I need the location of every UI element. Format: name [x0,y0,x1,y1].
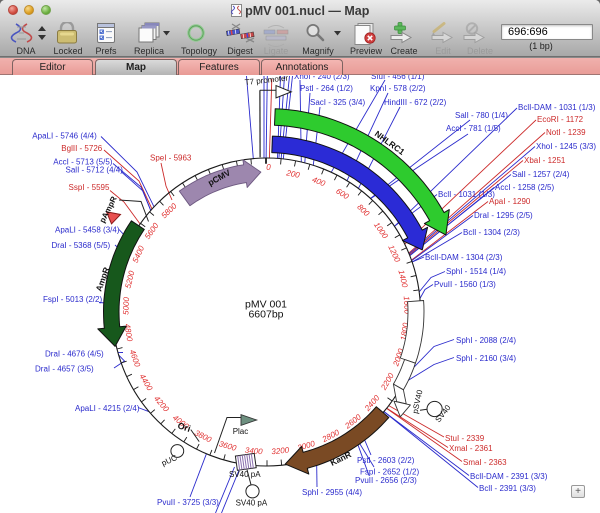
svg-text:KpnI - 578 (2/2): KpnI - 578 (2/2) [370,84,426,93]
svg-text:SpeI - 5963: SpeI - 5963 [150,154,192,163]
svg-text:AccI - 5713 (5/5): AccI - 5713 (5/5) [53,158,112,167]
svg-text:0: 0 [266,163,271,172]
svg-text:BclI-DAM - 1031 (1/3): BclI-DAM - 1031 (1/3) [518,103,596,112]
svg-text:3200: 3200 [271,446,290,457]
svg-text:1000: 1000 [372,221,390,241]
svg-text:ApaLI - 4215 (2/4): ApaLI - 4215 (2/4) [75,404,140,413]
svg-text:Plac: Plac [233,427,249,436]
svg-text:6607bp: 6607bp [248,309,283,321]
svg-text:SmaI - 2363: SmaI - 2363 [463,458,507,467]
svg-text:DraI - 1295 (2/5): DraI - 1295 (2/5) [474,211,533,220]
svg-text:pSV40: pSV40 [411,389,425,415]
svg-text:2200: 2200 [379,371,396,392]
svg-text:SspI - 5595: SspI - 5595 [69,183,110,192]
svg-text:PstI - 2603 (2/2): PstI - 2603 (2/2) [357,456,415,465]
svg-text:DraI - 4676 (4/5): DraI - 4676 (4/5) [45,350,104,359]
svg-text:DraI - 5368 (5/5): DraI - 5368 (5/5) [52,241,111,250]
svg-text:PvuII - 2656 (2/3): PvuII - 2656 (2/3) [355,476,417,485]
svg-text:5000: 5000 [121,296,131,315]
svg-text:SfuI - 456 (1/1): SfuI - 456 (1/1) [371,75,425,81]
svg-text:400: 400 [311,175,327,189]
svg-text:SV40 pA: SV40 pA [229,470,261,479]
svg-text:NotI - 1239: NotI - 1239 [546,128,586,137]
svg-text:DraI - 4657 (3/5): DraI - 4657 (3/5) [35,365,94,374]
svg-text:XhoI - 1245 (3/3): XhoI - 1245 (3/3) [536,142,596,151]
svg-text:3600: 3600 [218,439,238,453]
svg-text:SacI - 325 (3/4): SacI - 325 (3/4) [310,98,365,107]
svg-text:T7 promoter: T7 promoter [244,75,289,87]
svg-text:1200: 1200 [386,244,402,264]
svg-text:SV40 pA: SV40 pA [236,499,268,508]
svg-text:SalI - 1257 (2/4): SalI - 1257 (2/4) [512,170,570,179]
svg-text:EcoRI - 1172: EcoRI - 1172 [537,115,584,124]
svg-text:BclI - 2391 (3/3): BclI - 2391 (3/3) [479,484,536,493]
svg-text:1400: 1400 [396,269,409,289]
svg-text:BclI - 1304 (2/3): BclI - 1304 (2/3) [463,228,520,237]
svg-text:XhoI - 240 (2/3): XhoI - 240 (2/3) [294,75,350,81]
svg-text:ApaLI - 5746 (4/4): ApaLI - 5746 (4/4) [32,132,97,141]
svg-text:BclI-DAM - 2391 (3/3): BclI-DAM - 2391 (3/3) [470,472,548,481]
svg-text:HindIII - 672 (2/2): HindIII - 672 (2/2) [384,98,447,107]
svg-text:ApaLI - 5458 (3/4): ApaLI - 5458 (3/4) [55,226,120,235]
svg-text:5600: 5600 [143,221,161,241]
svg-text:XbaI - 1251: XbaI - 1251 [524,156,566,165]
svg-text:PstI - 264 (1/2): PstI - 264 (1/2) [300,84,353,93]
svg-text:BglII - 5726: BglII - 5726 [61,144,102,153]
svg-text:PvuII - 1560 (1/3): PvuII - 1560 (1/3) [434,280,496,289]
svg-text:4200: 4200 [152,394,171,414]
svg-text:SalI - 5712 (4/4): SalI - 5712 (4/4) [66,166,124,175]
svg-text:SphI - 2160 (3/4): SphI - 2160 (3/4) [456,354,516,363]
svg-text:StuI - 2339: StuI - 2339 [445,434,485,443]
svg-text:SphI - 2088 (2/4): SphI - 2088 (2/4) [456,336,516,345]
svg-text:AccI - 781 (1/5): AccI - 781 (1/5) [446,124,501,133]
svg-text:PvuII - 3725 (3/3): PvuII - 3725 (3/3) [157,498,219,507]
svg-text:SalI - 780 (1/4): SalI - 780 (1/4) [455,111,508,120]
svg-text:AccI - 1258 (2/5): AccI - 1258 (2/5) [495,183,554,192]
svg-text:4400: 4400 [138,372,155,392]
svg-text:BclI - 1031 (1/3): BclI - 1031 (1/3) [438,190,495,199]
svg-text:5200: 5200 [123,269,136,289]
svg-text:SphI - 1514 (1/4): SphI - 1514 (1/4) [446,267,506,276]
svg-text:XmaI - 2361: XmaI - 2361 [449,444,493,453]
svg-text:200: 200 [285,168,301,180]
svg-text:600: 600 [334,186,351,201]
svg-text:FspI - 5013 (2/2): FspI - 5013 (2/2) [43,295,102,304]
svg-text:BclI-DAM - 1304 (2/3): BclI-DAM - 1304 (2/3) [425,253,503,262]
svg-text:ApaI - 1290: ApaI - 1290 [489,197,531,206]
svg-text:SphI - 2955 (4/4): SphI - 2955 (4/4) [302,488,362,497]
svg-text:4600: 4600 [128,348,143,368]
